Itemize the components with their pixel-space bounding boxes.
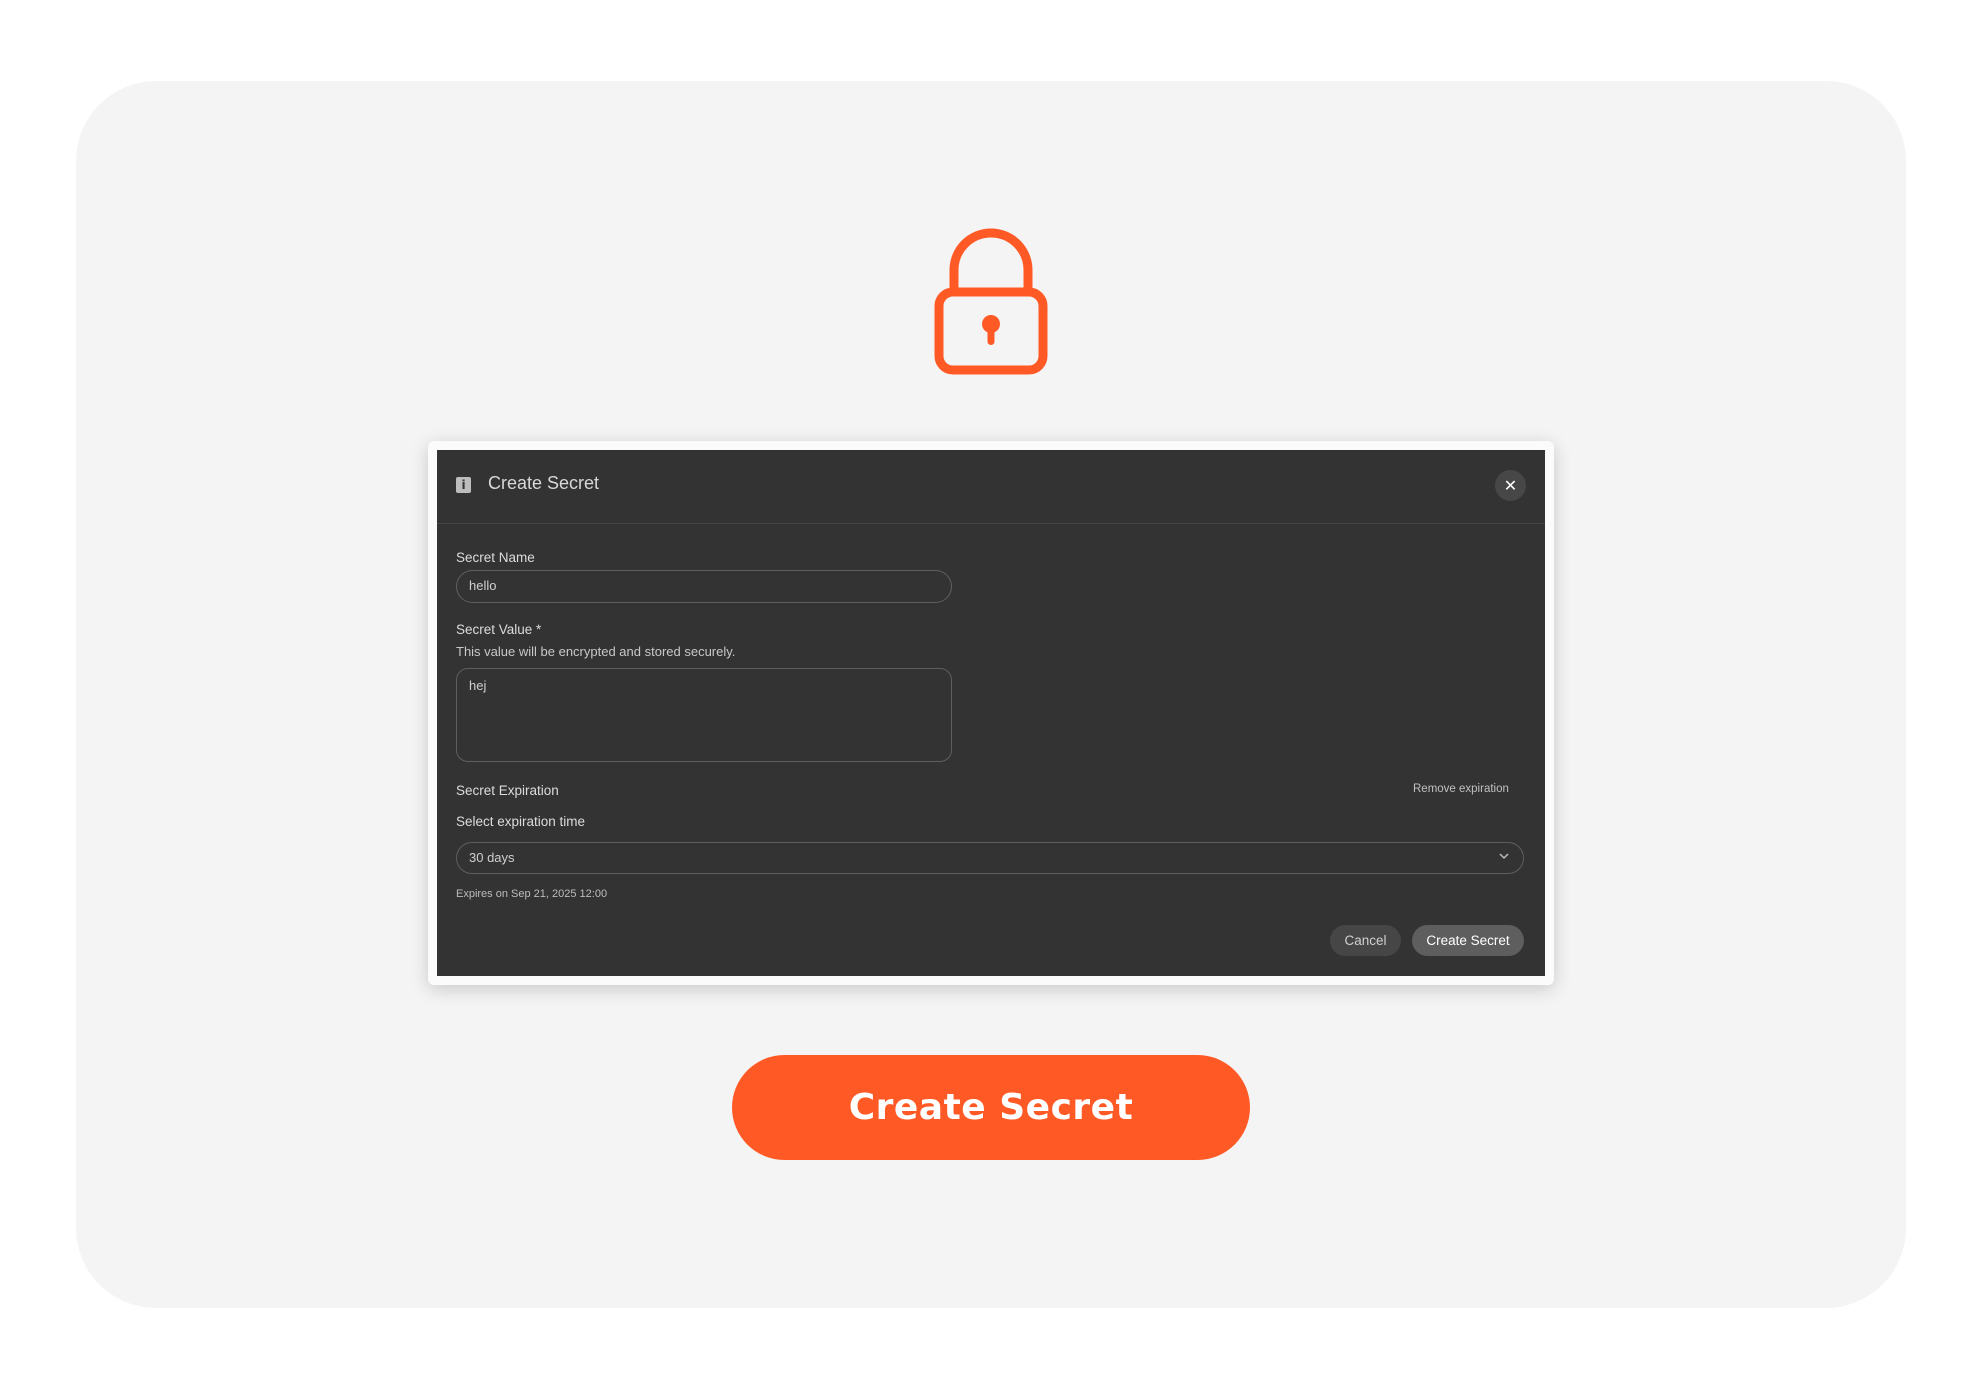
remove-expiration-link[interactable]: Remove expiration bbox=[1413, 783, 1509, 795]
secret-name-label: Secret Name bbox=[456, 550, 535, 565]
secret-value-help: This value will be encrypted and stored … bbox=[456, 644, 736, 659]
expiration-select-value: 30 days bbox=[469, 850, 515, 865]
chevron-down-icon bbox=[1499, 853, 1509, 860]
info-icon: i bbox=[456, 477, 471, 493]
dialog-header: i Create Secret ✕ bbox=[437, 450, 1545, 524]
create-secret-button[interactable]: Create Secret bbox=[732, 1055, 1250, 1160]
cancel-button[interactable]: Cancel bbox=[1330, 925, 1401, 956]
secret-value-textarea[interactable]: hej bbox=[456, 668, 952, 762]
dialog-create-secret-button[interactable]: Create Secret bbox=[1412, 925, 1524, 956]
close-icon[interactable]: ✕ bbox=[1495, 470, 1526, 501]
lock-icon bbox=[934, 225, 1048, 375]
expiration-select[interactable]: 30 days bbox=[456, 842, 1524, 874]
secret-expiration-label: Secret Expiration bbox=[456, 783, 559, 798]
create-secret-dialog: i Create Secret ✕ Secret Name hello Secr… bbox=[437, 450, 1545, 976]
select-expiration-label: Select expiration time bbox=[456, 814, 586, 829]
secret-name-input[interactable]: hello bbox=[456, 570, 952, 603]
dialog-title: Create Secret bbox=[488, 473, 600, 493]
secret-value-label: Secret Value * bbox=[456, 622, 542, 637]
expires-note: Expires on Sep 21, 2025 12:00 bbox=[456, 888, 608, 900]
